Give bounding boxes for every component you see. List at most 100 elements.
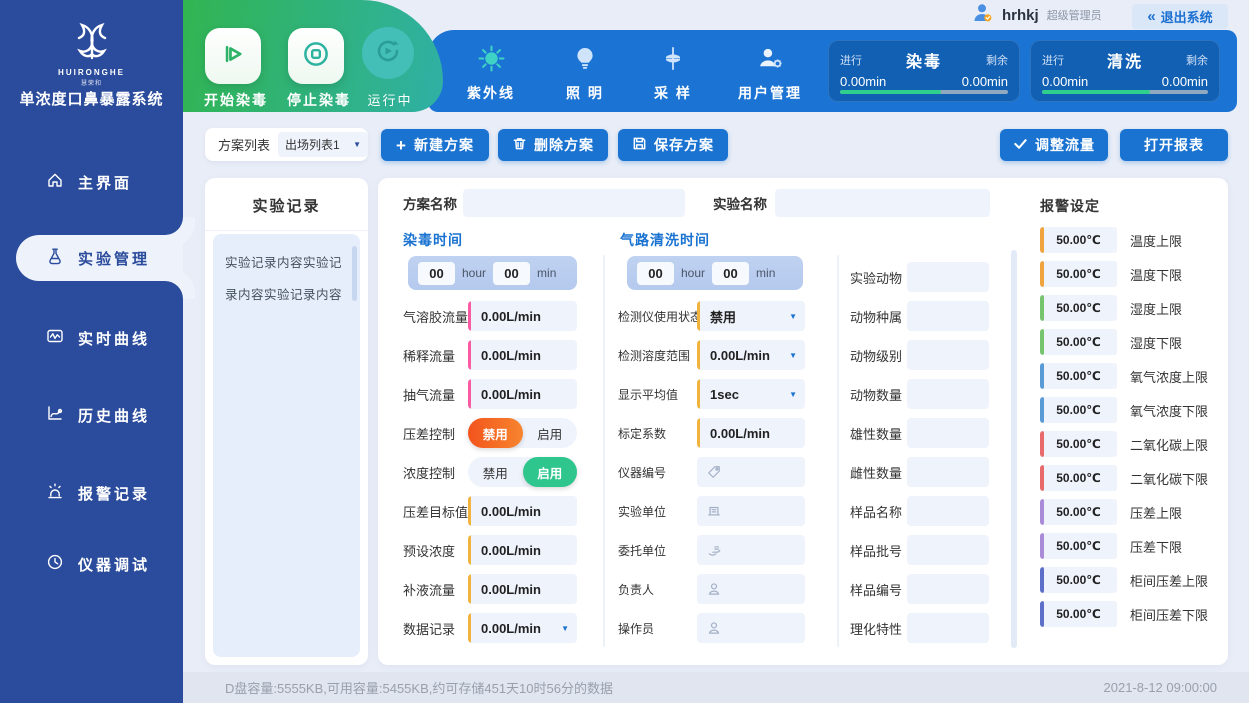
chevron-down-icon[interactable]: ▼ (789, 351, 797, 360)
exposure-time-box: 00 hour 00 min (408, 256, 577, 290)
records-list[interactable]: 实验记录内容实验记录内容实验记录内容 (213, 234, 360, 657)
field-input[interactable]: 0.00L/min (468, 301, 577, 331)
form-row: 动物数量 (850, 379, 989, 409)
logo-text: HUIRONGHE (0, 68, 183, 77)
alarm-value-input[interactable]: 50.00℃ (1040, 465, 1117, 491)
field-input[interactable]: 0.00L/min (468, 535, 577, 565)
sun-icon (447, 42, 535, 74)
progress-bar (840, 90, 1008, 94)
field-input[interactable]: 0.00L/min (468, 496, 577, 526)
hour-label: hour (462, 266, 486, 280)
field-input[interactable]: 0.00L/min▼ (697, 340, 805, 370)
new-plan-button[interactable]: + 新建方案 (381, 129, 489, 161)
field-input[interactable]: 0.00L/min (697, 418, 805, 448)
hour-input[interactable]: 00 (418, 262, 455, 285)
progress-label: 进行 (1042, 52, 1064, 68)
field-input[interactable]: 0.00L/min (468, 574, 577, 604)
plan-name-input[interactable] (463, 189, 685, 217)
form-row: 稀释流量0.00L/min (403, 340, 577, 370)
field-input[interactable] (907, 418, 989, 448)
chevron-down-icon[interactable]: ▼ (561, 624, 569, 633)
field-input[interactable]: 0.00L/min▼ (468, 613, 577, 643)
logout-label: 退出系统 (1161, 7, 1213, 26)
alarm-value-input[interactable]: 50.00℃ (1040, 567, 1117, 593)
field-input[interactable] (697, 535, 805, 565)
plan-list-select[interactable]: 出场列表1 ▼ (278, 132, 368, 157)
field-input[interactable] (907, 535, 989, 565)
alarm-label: 压差上限 (1130, 503, 1182, 522)
alarm-value-input[interactable]: 50.00℃ (1040, 397, 1117, 423)
stop-exposure-button[interactable] (288, 28, 344, 84)
accent-bar (1040, 567, 1044, 593)
field-input[interactable] (697, 574, 805, 604)
chevron-down-icon[interactable]: ▼ (789, 312, 797, 321)
field-input[interactable]: 禁用▼ (697, 301, 805, 331)
field-input[interactable] (907, 457, 989, 487)
open-report-button[interactable]: 打开报表 (1120, 129, 1228, 161)
field-input[interactable]: 1sec▼ (697, 379, 805, 409)
alarm-value-input[interactable]: 50.00℃ (1040, 295, 1117, 321)
field-input[interactable]: 0.00L/min (468, 379, 577, 409)
record-item[interactable]: 实验记录内容实验记录内容实验记录内容 (225, 248, 344, 312)
alarm-value: 50.00℃ (1056, 335, 1101, 349)
alarm-value-input[interactable]: 50.00℃ (1040, 261, 1117, 287)
sidebar-item-6[interactable]: 仪器调试 (0, 541, 183, 587)
uv-label: 紫外线 (447, 83, 535, 103)
alarm-value-input[interactable]: 50.00℃ (1040, 227, 1117, 253)
field-input[interactable] (907, 301, 989, 331)
alarm-value-input[interactable]: 50.00℃ (1040, 329, 1117, 355)
field-label: 样品批号 (850, 541, 907, 560)
scrollbar-thumb[interactable] (352, 246, 357, 301)
progress-label: 进行 (840, 52, 862, 68)
accent-bar (1040, 261, 1044, 287)
uv-button[interactable]: 紫外线 (447, 42, 535, 103)
history-curve-icon (46, 404, 64, 427)
save-plan-button[interactable]: 保存方案 (618, 129, 728, 161)
hour-input[interactable]: 00 (637, 262, 674, 285)
user-gear-icon (726, 42, 814, 74)
sidebar-item-5[interactable]: 报警记录 (0, 470, 183, 516)
alarm-value-input[interactable]: 50.00℃ (1040, 533, 1117, 559)
field-input[interactable]: 0.00L/min (468, 340, 577, 370)
alarm-value-input[interactable]: 50.00℃ (1040, 363, 1117, 389)
field-input[interactable] (907, 340, 989, 370)
sampling-button[interactable]: 采 样 (629, 42, 717, 103)
toggle-option[interactable]: 启用 (523, 418, 578, 448)
start-exposure-button[interactable] (205, 28, 261, 84)
sidebar-item-1[interactable]: 主界面 (0, 159, 183, 205)
field-input[interactable] (907, 379, 989, 409)
delete-plan-button[interactable]: 删除方案 (498, 129, 608, 161)
column-divider (603, 255, 605, 647)
sidebar-item-2[interactable]: 实验管理 (16, 235, 183, 281)
user-management-button[interactable]: 用户管理 (726, 42, 814, 103)
accent-bar (697, 340, 700, 370)
minute-input[interactable]: 00 (712, 262, 749, 285)
adjust-flow-button[interactable]: 调整流量 (1000, 129, 1108, 161)
field-input[interactable] (697, 457, 805, 487)
start-exposure-label: 开始染毒 (201, 90, 271, 110)
field-input[interactable] (907, 574, 989, 604)
logout-button[interactable]: « 退出系统 (1132, 4, 1228, 29)
lighting-button[interactable]: 照 明 (541, 42, 629, 103)
field-input[interactable] (697, 496, 805, 526)
alarm-value-input[interactable]: 50.00℃ (1040, 431, 1117, 457)
exp-name-input[interactable] (775, 189, 990, 217)
field-input[interactable] (907, 496, 989, 526)
minute-input[interactable]: 00 (493, 262, 530, 285)
sidebar-item-3[interactable]: 实时曲线 (0, 315, 183, 361)
toggle-option[interactable]: 启用 (523, 457, 578, 487)
toggle-option[interactable]: 禁用 (468, 418, 523, 448)
chevron-down-icon[interactable]: ▼ (789, 390, 797, 399)
scrollbar-thumb[interactable] (1011, 250, 1017, 648)
field-input[interactable] (907, 613, 989, 643)
datetime: 2021-8-12 09:00:00 (1104, 680, 1217, 695)
sidebar-item-4[interactable]: 历史曲线 (0, 392, 183, 438)
alarm-value-input[interactable]: 50.00℃ (1040, 499, 1117, 525)
minute-label: min (756, 266, 775, 280)
person-icon (707, 582, 721, 596)
field-input[interactable] (697, 613, 805, 643)
alarm-value-input[interactable]: 50.00℃ (1040, 601, 1117, 627)
remaining-label: 剩余 (1186, 52, 1208, 68)
field-input[interactable] (907, 262, 989, 292)
toggle-option[interactable]: 禁用 (468, 457, 523, 487)
